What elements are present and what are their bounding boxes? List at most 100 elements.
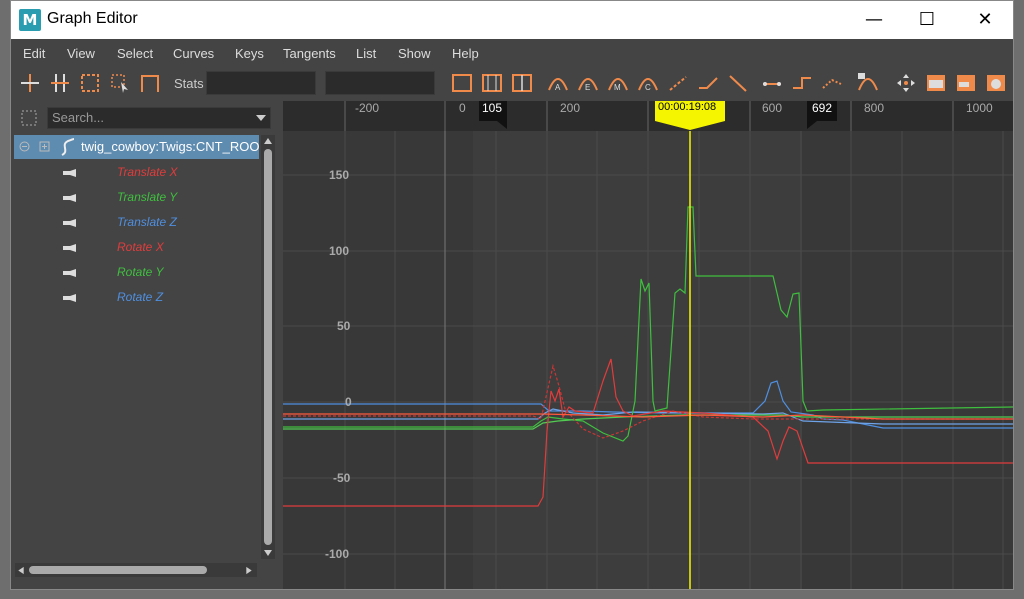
outliner-list: twig_cowboy:Twigs:CNT_ROO Translate X Tr… [11, 135, 259, 565]
svg-text:C: C [645, 83, 651, 92]
linear-tangent-icon[interactable] [667, 72, 689, 94]
attribute-row-translate-x[interactable]: Translate X [11, 161, 259, 185]
ruler-tick-label: 1000 [966, 101, 993, 115]
toolbar: Stats A E M C [11, 67, 1013, 99]
frame-playback-range-icon[interactable] [481, 72, 503, 94]
time-editor-icon[interactable] [985, 72, 1007, 94]
attribute-label: Rotate Y [117, 265, 164, 279]
attribute-key-icon [63, 194, 76, 202]
chevron-down-icon[interactable] [255, 114, 267, 122]
attribute-key-icon [63, 169, 76, 177]
curve-node-icon [61, 138, 75, 156]
svg-text:E: E [585, 83, 590, 92]
ruler-tick-label: 800 [864, 101, 885, 115]
attribute-key-icon [63, 269, 76, 277]
center-current-time-icon[interactable] [511, 72, 533, 94]
scroll-up-icon[interactable] [263, 137, 273, 145]
attribute-label: Rotate Z [117, 290, 164, 304]
range-end-label: 692 [812, 101, 833, 115]
range-start-marker[interactable]: 105 [479, 101, 507, 129]
graph-editor-window: M Graph Editor — ☐ ✕ Edit View Select Cu… [10, 0, 1014, 590]
ruler-ticks [344, 101, 954, 131]
menu-list[interactable]: List [356, 46, 376, 61]
current-time-marker[interactable]: 00:00:19:08 [655, 101, 725, 131]
ruler-tick-label: -200 [355, 101, 380, 115]
attribute-label: Translate Z [117, 215, 177, 229]
attribute-row-rotate-z[interactable]: Rotate Z [11, 286, 259, 310]
custom-tangent-icon[interactable]: C [637, 72, 659, 94]
move-key-tool-icon[interactable] [19, 72, 41, 94]
scroll-down-icon[interactable] [263, 549, 273, 557]
maximize-button[interactable]: ☐ [897, 1, 957, 39]
menu-select[interactable]: Select [117, 46, 153, 61]
region-tool-icon[interactable] [109, 72, 131, 94]
lattice-deform-icon[interactable] [79, 72, 101, 94]
plateau-tangent-icon[interactable] [761, 72, 783, 94]
time-ruler[interactable]: -200 0 200 400 600 800 1000 105 692 00:0… [283, 101, 1013, 131]
ruler-tick-label: 200 [560, 101, 581, 115]
graph-view[interactable]: -200 0 200 400 600 800 1000 105 692 00:0… [283, 101, 1014, 590]
range-start-label: 105 [482, 101, 503, 115]
menu-tangents[interactable]: Tangents [283, 46, 336, 61]
ruler-tick-label: 0 [459, 101, 466, 115]
scroll-left-icon[interactable] [17, 566, 25, 575]
menu-edit[interactable]: Edit [23, 46, 45, 61]
close-button[interactable]: ✕ [955, 1, 1013, 39]
menu-curves[interactable]: Curves [173, 46, 214, 61]
attribute-row-rotate-x[interactable]: Rotate X [11, 236, 259, 260]
menu-bar: Edit View Select Curves Keys Tangents Li… [11, 39, 1013, 68]
retime-tool-icon[interactable] [139, 72, 161, 94]
menu-help[interactable]: Help [452, 46, 479, 61]
flat-tangent-icon[interactable] [697, 72, 719, 94]
stats-value-field[interactable] [325, 71, 435, 95]
auto-tangent-icon[interactable]: A [547, 72, 569, 94]
maya-app-icon: M [19, 9, 41, 31]
attribute-label: Translate Y [117, 190, 178, 204]
svg-text:A: A [555, 83, 561, 92]
vertical-scroll-thumb[interactable] [264, 149, 272, 545]
y-axis-label: -50 [333, 471, 351, 485]
menu-show[interactable]: Show [398, 46, 431, 61]
horizontal-scrollbar[interactable] [15, 563, 257, 577]
attribute-key-icon [63, 244, 76, 252]
menu-keys[interactable]: Keys [235, 46, 264, 61]
break-tangents-icon[interactable] [821, 72, 843, 94]
attribute-key-icon [63, 219, 76, 227]
buffer-curve-icon[interactable] [857, 72, 879, 94]
minimize-button[interactable]: — [844, 1, 904, 39]
y-axis-label: -100 [325, 547, 350, 561]
step-tangent-icon[interactable] [727, 72, 749, 94]
attribute-key-icon [63, 294, 76, 302]
dope-sheet-icon[interactable] [925, 72, 947, 94]
ruler-tick-label: 600 [762, 101, 783, 115]
search-input[interactable]: Search... [47, 107, 271, 129]
expand-icon[interactable] [39, 141, 50, 152]
attribute-row-translate-z[interactable]: Translate Z [11, 211, 259, 235]
title-bar[interactable]: M Graph Editor — ☐ ✕ [11, 1, 1013, 39]
attribute-label: Translate X [117, 165, 178, 179]
menu-view[interactable]: View [67, 46, 95, 61]
graph-canvas[interactable] [283, 101, 1014, 590]
current-time-label: 00:00:19:08 [658, 101, 717, 113]
step-next-icon[interactable] [791, 72, 813, 94]
attribute-row-rotate-y[interactable]: Rotate Y [11, 261, 259, 285]
svg-text:M: M [614, 83, 621, 92]
vertical-scrollbar[interactable] [261, 135, 275, 559]
spline-tangent-icon[interactable]: E [577, 72, 599, 94]
outliner-panel: Search... twig_cowboy:Twigs:CNT_ROO Tran… [11, 101, 281, 581]
grid-lines [283, 131, 1013, 589]
clamped-tangent-icon[interactable]: M [607, 72, 629, 94]
stats-time-field[interactable] [206, 71, 316, 95]
collapse-icon[interactable] [19, 141, 30, 152]
frame-all-icon[interactable] [451, 72, 473, 94]
trax-editor-icon[interactable] [955, 72, 977, 94]
outliner-root-row[interactable]: twig_cowboy:Twigs:CNT_ROO [14, 135, 259, 159]
pan-move-icon[interactable] [895, 72, 917, 94]
filter-icon[interactable] [19, 108, 39, 128]
y-axis-label: 50 [337, 319, 351, 333]
insert-key-tool-icon[interactable] [49, 72, 71, 94]
range-end-marker[interactable]: 692 [807, 101, 837, 129]
attribute-row-translate-y[interactable]: Translate Y [11, 186, 259, 210]
scroll-right-icon[interactable] [245, 566, 253, 575]
horizontal-scroll-thumb[interactable] [29, 566, 207, 574]
